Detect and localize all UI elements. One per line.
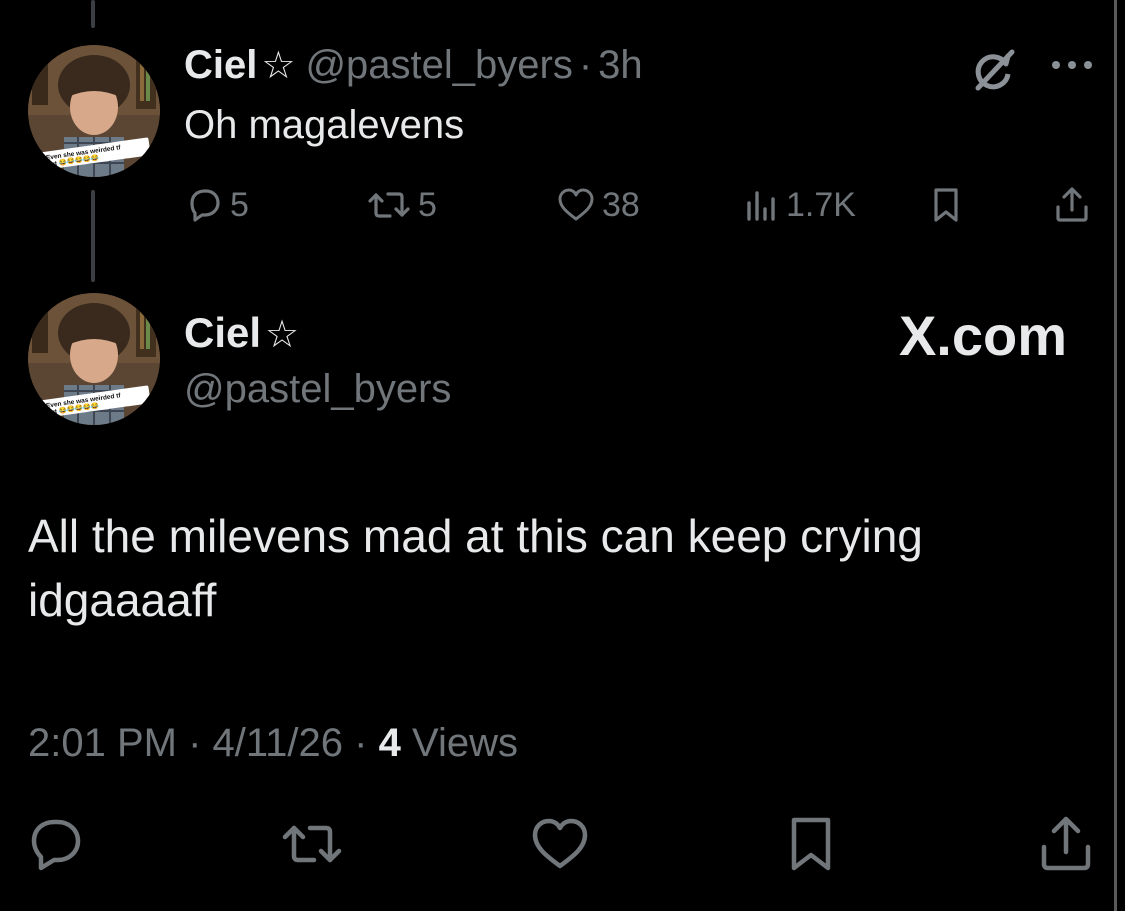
reply-icon [31,819,81,871]
handle[interactable]: @pastel_byers [305,43,572,87]
avatar[interactable]: Even she was weirded tf out 😂😂😂😂😂 [28,45,160,177]
grok-icon[interactable] [968,44,1020,96]
views-count: 4 [378,721,401,765]
separator-dot: · [188,721,202,765]
like-count: 38 [602,185,640,224]
display-name[interactable]: Ciel [184,309,261,356]
main-tweet-text: All the milevens mad at this can keep cr… [28,510,923,626]
retweet-button[interactable]: 5 [366,183,437,227]
tweet-time[interactable]: 2:01 PM [28,721,177,765]
share-icon [1041,816,1091,871]
tweet-actions: 5 5 38 1.7K [184,183,1104,227]
share-button[interactable] [1052,183,1092,227]
tweet-date[interactable]: 4/11/26 [213,721,344,765]
retweet-button[interactable] [280,814,342,874]
bookmark-button[interactable] [786,814,846,874]
separator-dot: · [578,43,593,87]
handle[interactable]: @pastel_byers [184,362,451,416]
tweet-header: Ciel ☆ @pastel_byers · 3h [184,38,643,93]
reply-button[interactable] [26,814,86,874]
views-label: Views [412,721,518,765]
separator-dot: · [354,721,368,765]
share-icon [1056,187,1088,222]
timestamp[interactable]: 3h [598,43,643,87]
tweet-meta: 2:01 PM · 4/11/26 · 4 Views [28,716,518,770]
retweet-icon [282,825,342,863]
thread-line-top [91,0,95,28]
star-emoji: ☆ [265,314,300,356]
main-tweet-actions [0,814,1125,874]
main-display-name-row: Ciel ☆ [184,305,299,363]
display-name[interactable]: Ciel [184,43,257,87]
reply-button[interactable]: 5 [184,183,249,227]
retweet-count: 5 [418,185,437,224]
views-button[interactable]: 1.7K [744,183,856,227]
scrollbar[interactable] [1114,0,1117,911]
avatar-main[interactable]: Even she was weirded tf out 😂😂😂😂😂 [28,293,160,425]
retweet-icon [368,192,410,218]
more-icon[interactable] [1048,50,1098,80]
like-icon [558,188,594,221]
bookmark-button[interactable] [928,183,964,227]
star-emoji: ☆ [261,45,296,87]
like-icon [532,818,588,869]
tweet-text: Oh magalevens [184,103,465,147]
like-button[interactable]: 38 [556,183,640,227]
thread-line-middle [91,190,95,282]
like-button[interactable] [530,814,590,874]
reply-icon [190,189,220,222]
bookmark-icon [791,817,831,871]
bookmark-icon [934,188,958,222]
x-com-watermark: X.com [898,304,1067,367]
views-icon [747,191,775,221]
reply-count: 5 [230,185,249,224]
share-button[interactable] [1036,814,1096,874]
views-count: 1.7K [786,185,856,224]
